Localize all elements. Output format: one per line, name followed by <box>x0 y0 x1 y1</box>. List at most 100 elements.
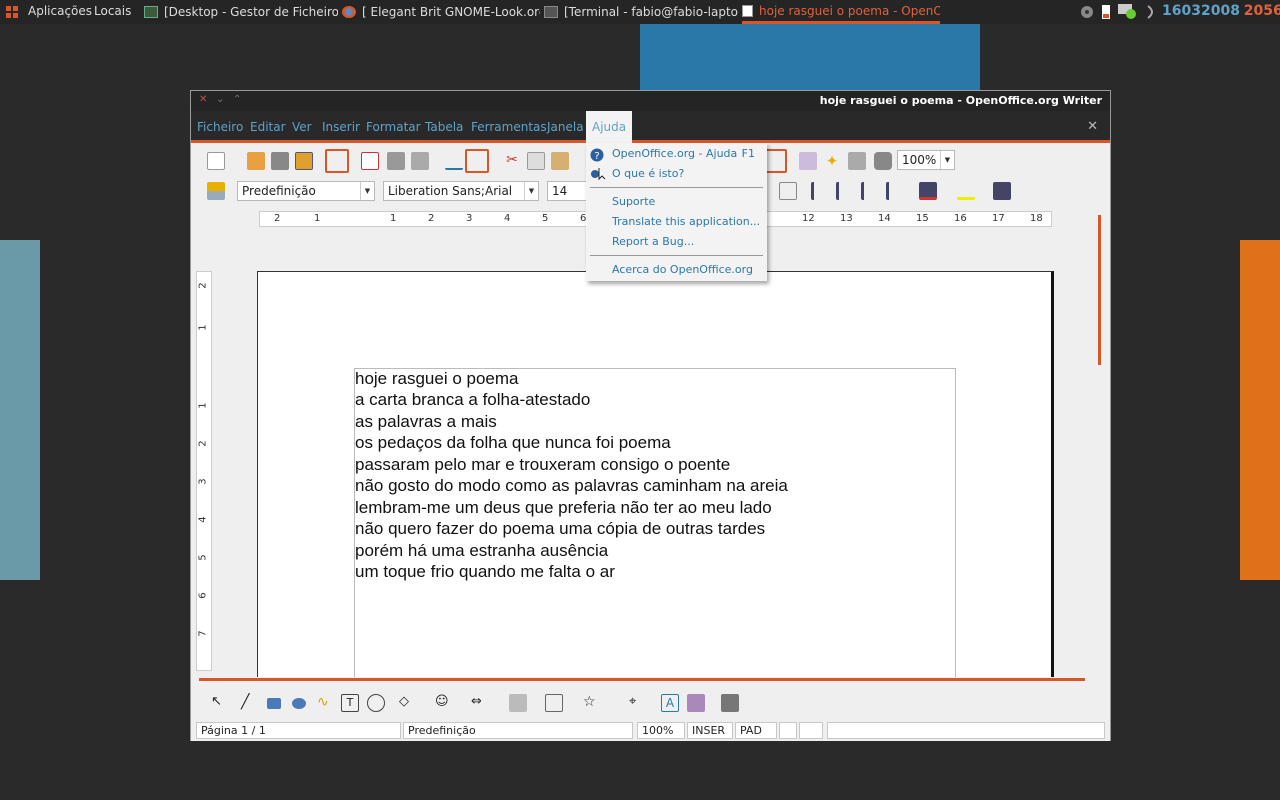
block-arrows-icon[interactable]: ⇔ <box>471 694 489 712</box>
callouts-icon[interactable] <box>545 694 563 712</box>
help-item-report-bug[interactable]: Report a Bug... <box>612 235 694 248</box>
navigator-icon[interactable] <box>799 152 817 170</box>
poem-line[interactable]: a carta branca a folha-atestado <box>355 390 590 410</box>
help-item-support[interactable]: Suporte <box>612 195 655 208</box>
autospellcheck-icon[interactable] <box>465 149 489 173</box>
nonprinting-chars-icon[interactable] <box>874 152 892 170</box>
decrease-indent-icon[interactable] <box>861 182 879 200</box>
poem-line[interactable]: não quero fazer do poema uma cópia de ou… <box>355 519 765 539</box>
poem-line[interactable]: as palavras a mais <box>355 412 497 432</box>
status-selection-mode[interactable]: PAD <box>735 722 777 739</box>
document-close-icon[interactable]: ✕ <box>1087 119 1098 134</box>
poem-line[interactable]: os pedaços da folha que nunca foi poema <box>355 433 671 453</box>
chat-status-icon[interactable] <box>1118 0 1140 24</box>
window-close-icon[interactable]: ✕ <box>199 94 207 105</box>
poem-line[interactable]: porém há uma estranha ausência <box>355 541 608 561</box>
clock[interactable]: 16032008 2056 <box>1162 0 1280 24</box>
status-insert-mode[interactable]: INSER <box>687 722 733 739</box>
task-writer[interactable]: hoje rasguei o poema - OpenO... <box>742 0 940 24</box>
poem-line[interactable]: um toque frio quando me falta o ar <box>355 562 615 582</box>
paste-icon[interactable] <box>551 152 569 170</box>
edit-mode-icon[interactable] <box>325 149 349 173</box>
status-page[interactable]: Página 1 / 1 <box>196 722 401 739</box>
symbol-shapes-icon[interactable]: ☺ <box>435 694 453 712</box>
extrusion-icon[interactable] <box>721 694 739 712</box>
applications-menu[interactable]: Aplicações <box>28 0 92 24</box>
justify-icon[interactable] <box>779 182 797 200</box>
menu-formatar[interactable]: Formatar <box>366 120 421 134</box>
status-page-style[interactable]: Predefinição <box>403 722 633 739</box>
window-maximize-icon[interactable]: ⌃ <box>233 94 241 105</box>
cut-icon[interactable]: ✂ <box>503 152 521 170</box>
menu-tabela[interactable]: Tabela <box>425 120 463 134</box>
menu-ajuda[interactable]: Ajuda <box>586 111 633 143</box>
horizontal-scrollbar[interactable] <box>199 678 1085 681</box>
points-icon[interactable]: ⌖ <box>629 694 647 712</box>
status-zoom[interactable]: 100% <box>637 722 685 739</box>
bullets-icon[interactable] <box>836 182 854 200</box>
poem-line[interactable]: passaram pelo mar e trouxeram consigo o … <box>355 455 730 475</box>
save-icon[interactable] <box>271 152 289 170</box>
freeform-icon[interactable]: ∿ <box>317 694 335 712</box>
poem-line[interactable]: hoje rasguei o poema <box>355 369 519 389</box>
zoom-combo[interactable]: 100% ▼ <box>897 150 955 170</box>
stars-icon[interactable]: ☆ <box>583 694 601 712</box>
window-minimize-icon[interactable]: ⌄ <box>216 94 224 105</box>
rectangle-icon[interactable] <box>267 698 281 709</box>
places-menu[interactable]: Locais <box>94 0 131 24</box>
open-icon[interactable] <box>247 152 265 170</box>
export-icon[interactable] <box>295 152 313 170</box>
print-icon[interactable] <box>387 152 405 170</box>
help-item-whats-this[interactable]: O que é isto? <box>612 167 684 180</box>
flowchart-icon[interactable] <box>509 694 527 712</box>
window-titlebar[interactable]: ✕ ⌄ ⌃ hoje rasguei o poema - OpenOffice.… <box>191 91 1110 111</box>
network-icon[interactable] <box>1146 0 1160 24</box>
pdf-export-icon[interactable] <box>361 152 379 170</box>
vertical-scrollbar[interactable] <box>1098 215 1101 365</box>
task-file-manager[interactable]: [Desktop - Gestor de Ficheiros] <box>144 0 338 24</box>
copy-icon[interactable] <box>527 152 545 170</box>
increase-indent-icon[interactable] <box>886 182 904 200</box>
basic-shapes-icon[interactable]: ◇ <box>399 694 417 712</box>
font-name-combo[interactable]: Liberation Sans;Arial ▼ <box>383 181 539 201</box>
callout-icon[interactable] <box>367 694 385 712</box>
numbering-icon[interactable] <box>811 182 829 200</box>
line-icon[interactable]: ╱ <box>241 694 259 712</box>
document-page[interactable]: hoje rasguei o poema a carta branca a fo… <box>257 271 1054 677</box>
paragraph-style-combo[interactable]: Predefinição ▼ <box>237 181 375 201</box>
menu-ferramentas[interactable]: Ferramentas <box>471 120 547 134</box>
gallery-icon[interactable]: ✦ <box>823 152 841 170</box>
textbox-icon[interactable]: T <box>341 694 359 712</box>
datasources-icon[interactable] <box>848 152 866 170</box>
background-color-icon[interactable] <box>993 182 1011 200</box>
styles-icon[interactable] <box>207 182 225 200</box>
fontwork-icon[interactable]: A <box>661 694 679 712</box>
task-terminal[interactable]: [Terminal - fabio@fabio-laptop:... <box>544 0 738 24</box>
text-frame[interactable]: hoje rasguei o poema a carta branca a fo… <box>354 368 956 677</box>
help-item-openoffice-help[interactable]: OpenOffice.org - Ajuda <box>612 147 737 160</box>
poem-line[interactable]: lembram-me um deus que preferia não ter … <box>355 498 772 518</box>
help-item-translate[interactable]: Translate this application... <box>612 215 760 228</box>
menu-editar[interactable]: Editar <box>250 120 286 134</box>
from-file-icon[interactable] <box>687 694 705 712</box>
vertical-ruler[interactable]: 2 1 1 2 3 4 5 6 7 <box>196 271 212 671</box>
ruler-tick: 1 <box>197 402 209 409</box>
menu-ver[interactable]: Ver <box>292 120 312 134</box>
help-item-about[interactable]: Acerca do OpenOffice.org <box>612 263 753 276</box>
font-color-icon[interactable] <box>919 182 937 200</box>
new-document-icon[interactable] <box>207 152 225 170</box>
menu-ficheiro[interactable]: Ficheiro <box>197 120 243 134</box>
volume-icon[interactable] <box>1080 0 1096 24</box>
font-size-combo[interactable]: 14 <box>547 181 587 201</box>
highlight-icon[interactable] <box>957 182 975 200</box>
ellipse-icon[interactable] <box>292 698 306 709</box>
print-preview-icon[interactable] <box>411 152 429 170</box>
select-arrow-icon[interactable]: ↖ <box>211 694 229 712</box>
spellcheck-icon[interactable] <box>445 152 463 170</box>
poem-line[interactable]: não gosto do modo como as palavras camin… <box>355 476 788 496</box>
task-browser[interactable]: [ Elegant Brit GNOME-Look.org... <box>342 0 540 24</box>
menu-inserir[interactable]: Inserir <box>322 120 360 134</box>
menu-janela[interactable]: Janela <box>547 120 584 134</box>
battery-icon[interactable] <box>1102 0 1112 24</box>
document-area[interactable]: hoje rasguei o poema a carta branca a fo… <box>217 235 1088 677</box>
